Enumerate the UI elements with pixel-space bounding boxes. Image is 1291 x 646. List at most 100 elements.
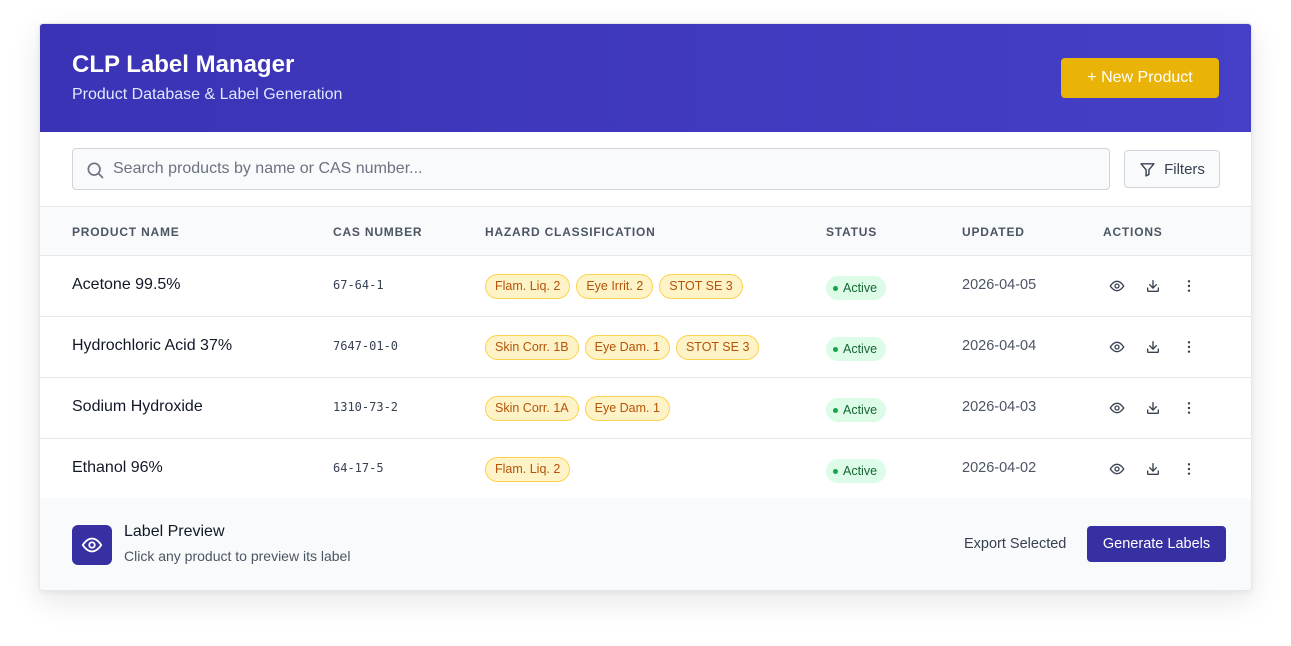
hazard-chip: Eye Dam. 1 [584, 396, 670, 421]
download-icon [1147, 463, 1159, 475]
product-name: Acetone 99.5% [72, 276, 181, 293]
status-badge: Active [826, 337, 887, 361]
status-text: Active [843, 464, 878, 478]
more-options-button[interactable] [1179, 398, 1199, 418]
more-options-button[interactable] [1179, 459, 1199, 479]
more-options-button[interactable] [1179, 276, 1199, 296]
table-header: Product Name CAS Number Hazard Classific… [40, 207, 1251, 256]
hazard-list: Skin Corr. 1A Eye Dam. 1 [485, 396, 670, 421]
app-subtitle: Product Database & Label Generation [72, 86, 343, 103]
search-icon [87, 162, 104, 179]
product-name: Sodium Hydroxide [72, 398, 203, 415]
column-header-hazard-classification: Hazard Classification [485, 225, 656, 239]
preview-title: Label Preview [124, 523, 225, 540]
status-badge: Active [826, 276, 887, 300]
updated-date: 2026-04-04 [962, 338, 1037, 354]
hazard-chip: STOT SE 3 [675, 335, 760, 360]
eye-icon [1109, 402, 1125, 414]
more-vertical-icon [1187, 463, 1191, 475]
view-button[interactable] [1107, 398, 1127, 418]
more-options-button[interactable] [1179, 337, 1199, 357]
app-header: CLP Label Manager Product Database & Lab… [40, 24, 1251, 132]
hazard-list: Flam. Liq. 2 Eye Irrit. 2 STOT SE 3 [485, 274, 743, 299]
product-name: Hydrochloric Acid 37% [72, 337, 233, 354]
row-actions [1107, 398, 1199, 418]
download-icon [1147, 341, 1159, 353]
hazard-chip: Flam. Liq. 2 [485, 457, 571, 482]
eye-icon [1109, 463, 1125, 475]
label-preview-footer: Label Preview Click any product to previ… [40, 498, 1251, 590]
row-actions [1107, 459, 1199, 479]
download-button[interactable] [1143, 337, 1163, 357]
search-input[interactable] [113, 149, 1103, 189]
status-dot-icon [833, 468, 838, 474]
eye-icon [1109, 341, 1125, 353]
app-title: CLP Label Manager [72, 51, 295, 78]
search-field[interactable] [72, 148, 1110, 190]
status-cell: Active [826, 337, 887, 361]
table-row[interactable]: Hydrochloric Acid 37% 7647-01-0 Skin Cor… [40, 317, 1251, 378]
table-row[interactable]: Sodium Hydroxide 1310-73-2 Skin Corr. 1A… [40, 378, 1251, 439]
status-dot-icon [833, 285, 838, 291]
updated-date: 2026-04-02 [962, 460, 1037, 476]
download-button[interactable] [1143, 459, 1163, 479]
hazard-chip: Eye Dam. 1 [584, 335, 670, 360]
hazard-list: Flam. Liq. 2 [485, 457, 571, 482]
table-body: Acetone 99.5% 67-64-1 Flam. Liq. 2 Eye I… [40, 256, 1251, 500]
preview-subtitle: Click any product to preview its label [124, 548, 351, 564]
view-button[interactable] [1107, 337, 1127, 357]
status-text: Active [843, 281, 878, 295]
column-header-updated: Updated [962, 225, 1025, 239]
filters-button[interactable]: Filters [1124, 150, 1220, 188]
cas-number: 1310-73-2 [333, 400, 399, 414]
hazard-chip: STOT SE 3 [659, 274, 743, 299]
updated-date: 2026-04-03 [962, 399, 1037, 415]
status-dot-icon [833, 346, 838, 352]
download-icon [1147, 280, 1159, 292]
status-text: Active [843, 342, 878, 356]
cas-number: 7647-01-0 [333, 339, 399, 353]
status-cell: Active [826, 398, 887, 422]
status-text: Active [843, 403, 878, 417]
preview-tile [72, 525, 112, 565]
updated-date: 2026-04-05 [962, 277, 1037, 293]
column-header-actions: Actions [1103, 225, 1163, 239]
download-button[interactable] [1143, 398, 1163, 418]
download-button[interactable] [1143, 276, 1163, 296]
product-name: Ethanol 96% [72, 459, 163, 476]
cas-number: 64-17-5 [333, 461, 384, 475]
status-dot-icon [833, 407, 838, 413]
search-toolbar: Filters [40, 132, 1251, 207]
filter-icon [1140, 162, 1155, 177]
hazard-chip: Flam. Liq. 2 [485, 274, 571, 299]
status-badge: Active [826, 459, 887, 483]
status-badge: Active [826, 398, 887, 422]
download-icon [1147, 402, 1159, 414]
more-vertical-icon [1187, 341, 1191, 353]
eye-icon [1109, 280, 1125, 292]
export-selected-button[interactable]: Export Selected [952, 527, 1078, 561]
product-manager-card: CLP Label Manager Product Database & Lab… [39, 23, 1252, 591]
more-vertical-icon [1187, 280, 1191, 292]
filters-label: Filters [1164, 160, 1205, 178]
hazard-chip: Eye Irrit. 2 [576, 274, 654, 299]
new-product-button[interactable]: + New Product [1061, 58, 1219, 98]
hazard-chip: Skin Corr. 1B [485, 335, 579, 360]
table-row[interactable]: Ethanol 96% 64-17-5 Flam. Liq. 2 Active … [40, 439, 1251, 500]
view-button[interactable] [1107, 276, 1127, 296]
hazard-list: Skin Corr. 1B Eye Dam. 1 STOT SE 3 [485, 335, 760, 360]
row-actions [1107, 337, 1199, 357]
column-header-product-name: Product Name [72, 225, 180, 239]
status-cell: Active [826, 276, 887, 300]
row-actions [1107, 276, 1199, 296]
view-button[interactable] [1107, 459, 1127, 479]
column-header-status: Status [826, 225, 878, 239]
column-header-cas-number: CAS Number [333, 225, 423, 239]
more-vertical-icon [1187, 402, 1191, 414]
eye-icon [81, 537, 103, 553]
table-row[interactable]: Acetone 99.5% 67-64-1 Flam. Liq. 2 Eye I… [40, 256, 1251, 317]
hazard-chip: Skin Corr. 1A [485, 396, 579, 421]
cas-number: 67-64-1 [333, 278, 384, 292]
status-cell: Active [826, 459, 887, 483]
generate-labels-button[interactable]: Generate Labels [1087, 526, 1226, 562]
